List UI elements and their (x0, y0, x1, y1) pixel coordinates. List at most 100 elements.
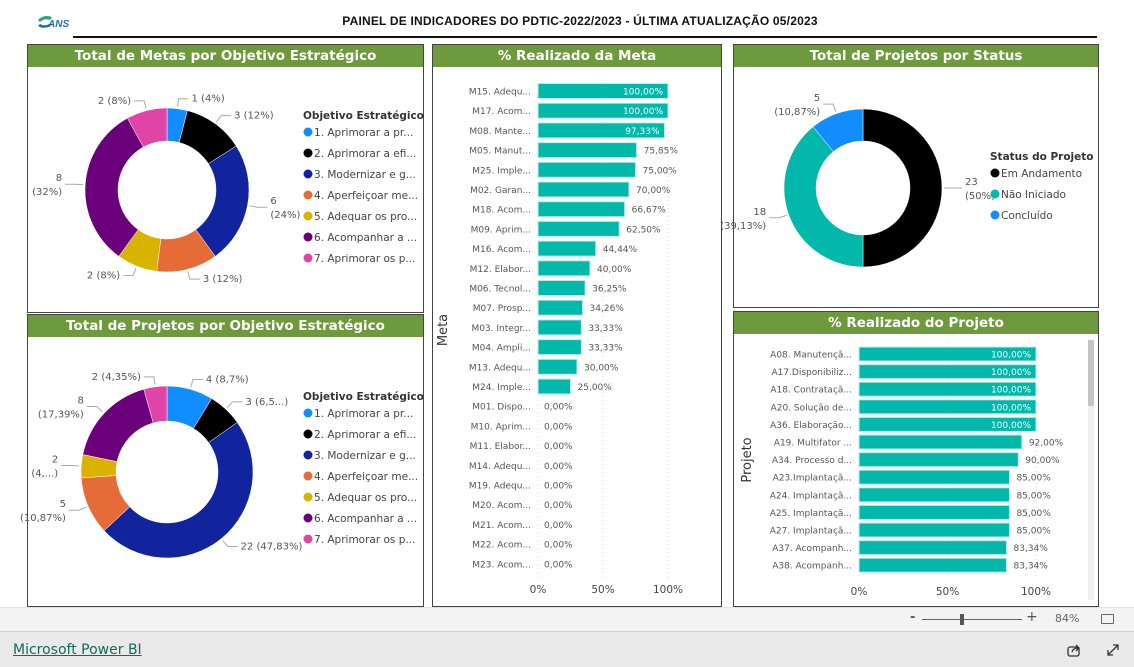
category-label: M06. Tecnol... (469, 285, 531, 295)
category-label: A27. Implantaçã... (770, 527, 852, 537)
leader-line (86, 405, 104, 413)
leader-line (226, 401, 243, 409)
bar (537, 142, 638, 159)
legend-item: 6. Acompanhar a ... (314, 513, 417, 525)
category-label: A19. Multifator ... (774, 439, 852, 449)
bar (537, 260, 591, 277)
data-label: 0,00% (544, 560, 573, 570)
data-label: 85,00% (1016, 527, 1051, 537)
fit-to-page-icon[interactable] (1101, 614, 1114, 624)
bar (858, 469, 1010, 485)
data-label: 34,26% (590, 304, 625, 314)
legend-marker (303, 211, 313, 221)
data-label: 8 (17,39%) (38, 395, 84, 420)
category-label: M04. Ampli... (472, 344, 531, 354)
category-label: M13. Adequ... (469, 363, 531, 373)
data-label: 0,00% (544, 482, 573, 492)
data-label: 0,00% (544, 462, 573, 472)
donut-slice (103, 422, 254, 559)
data-label: 3 (12%) (234, 111, 274, 122)
category-label: A18. Contrataçã... (770, 386, 852, 396)
legend-marker (303, 232, 313, 242)
fullscreen-icon[interactable] (1106, 642, 1120, 661)
bar (858, 522, 1010, 538)
zoom-out-button[interactable]: - (910, 610, 915, 625)
leader-line (143, 376, 156, 385)
category-label: M08. Mante... (469, 127, 531, 137)
data-label: 36,25% (592, 285, 627, 295)
leader-line (65, 183, 84, 186)
category-label: M25. Imple... (472, 166, 531, 176)
legend-marker (990, 189, 1000, 199)
data-label: 6 (24%) (270, 196, 300, 221)
category-label: A23.Implantaçã... (773, 474, 852, 484)
data-label: 85,00% (1016, 509, 1051, 519)
legend-item: 3. Modernizar e g... (314, 169, 416, 181)
zoom-slider-thumb[interactable] (960, 614, 964, 625)
charts-layer: 1 (4%) 3 (12%) 6 (24%) 3 (12%) 2 (8%) 8 (32%) 2 … (20, 80, 1094, 600)
donut-slice (82, 388, 154, 462)
bar (858, 434, 1023, 450)
data-label: 85,00% (1016, 491, 1051, 501)
bar (537, 299, 584, 316)
legend-marker (990, 210, 1000, 220)
category-label: A38. Acompanh... (772, 562, 852, 572)
category-label: M17. Acom... (472, 107, 531, 117)
bar (537, 339, 582, 356)
data-label: 44,44% (603, 245, 638, 255)
category-label: M24. Imple... (472, 383, 531, 393)
bar (537, 378, 571, 395)
legend-item: 4. Aperfeiçoar me... (314, 471, 418, 483)
leader-line (222, 539, 238, 547)
legend-item: 7. Aprimorar os p... (314, 253, 415, 265)
x-tick-label: 0% (530, 584, 547, 596)
data-label: 0,00% (544, 521, 573, 531)
legend-marker (303, 169, 313, 179)
share-icon[interactable] (1067, 642, 1081, 661)
donut-slice (862, 108, 943, 268)
legend-item: 1. Aprimorar a pr... (314, 408, 413, 420)
data-label: 25,00% (578, 383, 613, 393)
leader-line (190, 379, 203, 388)
data-label: 100,00% (623, 88, 663, 98)
data-label: 0,00% (544, 541, 573, 551)
legend-title: Status do Projeto (990, 151, 1094, 163)
legend-item: 2. Aprimorar a efi... (314, 429, 416, 441)
category-label: A24. Implantaçã... (770, 491, 852, 501)
legend-title: Objetivo Estratégico (303, 110, 424, 122)
legend-marker (303, 450, 313, 460)
data-label: 75,00% (643, 166, 678, 176)
leader-line (61, 464, 80, 467)
data-label: 83,34% (1014, 562, 1049, 572)
category-label: M01. Dispo... (472, 403, 531, 413)
category-label: M16. Acom... (472, 245, 531, 255)
leader-line (187, 271, 200, 280)
legend-marker (303, 492, 313, 502)
legend-item: 6. Acompanhar a ... (314, 232, 417, 244)
bar (858, 452, 1019, 468)
category-label: M23. Acom... (472, 560, 531, 570)
data-label: 33,33% (588, 324, 623, 334)
data-label: 70,00% (636, 186, 671, 196)
legend-marker (303, 513, 313, 523)
zoom-level: 84% (1055, 612, 1080, 625)
leader-line (215, 115, 232, 123)
zoom-in-button[interactable]: + (1026, 609, 1038, 625)
category-label: M15. Adequ... (469, 88, 531, 98)
x-tick-label: 100% (653, 584, 683, 596)
data-label: 0,00% (544, 501, 573, 511)
data-label: 100,00% (991, 403, 1031, 413)
category-label: A17.Disponibiliz... (771, 368, 852, 378)
scrollbar-thumb[interactable] (1088, 340, 1094, 406)
data-label: 3 (12%) (203, 274, 243, 285)
category-label: M14. Adequ... (469, 462, 531, 472)
data-label: 100,00% (991, 368, 1031, 378)
category-label: M21. Acom... (472, 521, 531, 531)
zoom-slider[interactable] (922, 619, 1022, 620)
data-label: 2 (4,35%) (92, 372, 141, 383)
category-label: M18. Acom... (472, 206, 531, 216)
powerbi-link[interactable]: Microsoft Power BI (13, 642, 142, 658)
data-label: 3 (6,5...) (246, 397, 289, 408)
bar (537, 319, 582, 336)
leader-line (177, 98, 189, 107)
